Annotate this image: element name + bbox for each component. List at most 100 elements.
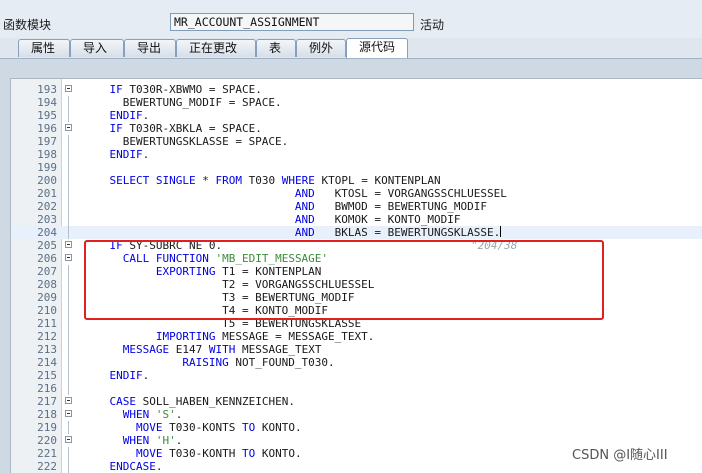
status-text: 活动 bbox=[420, 18, 445, 32]
code-text: BEWERTUNGSKLASSE = SPACE. bbox=[83, 135, 289, 148]
code-line[interactable]: 213 MESSAGE E147 WITH MESSAGE_TEXT bbox=[11, 343, 702, 356]
line-number: 201 bbox=[37, 187, 57, 200]
code-text: ENDIF. bbox=[109, 148, 150, 161]
fold-guide bbox=[68, 174, 69, 187]
code-line[interactable]: 194 BEWERTUNG_MODIF = SPACE. bbox=[11, 96, 702, 109]
code-line[interactable]: 203 AND KOMOK = KONTO_MODIF bbox=[11, 213, 702, 226]
text-caret bbox=[500, 226, 502, 237]
fold-guide bbox=[68, 278, 69, 291]
fold-guide bbox=[68, 382, 69, 395]
tab-export[interactable]: 导出 bbox=[124, 39, 176, 57]
code-text: AND BWMOD = BEWERTUNG_MODIF bbox=[294, 200, 487, 213]
fold-guide bbox=[68, 330, 69, 343]
code-line[interactable]: 217 CASE SOLL_HABEN_KENNZEICHEN. bbox=[11, 395, 702, 408]
tab-attributes[interactable]: 属性 bbox=[18, 39, 70, 57]
code-line[interactable]: 219 MOVE T030-KONTS TO KONTO. bbox=[11, 421, 702, 434]
fold-guide bbox=[68, 356, 69, 369]
line-number: 207 bbox=[37, 265, 57, 278]
code-text: IF T030R-XBWMO = SPACE. bbox=[109, 83, 262, 96]
code-text: CASE SOLL_HABEN_KENNZEICHEN. bbox=[109, 395, 295, 408]
fold-guide bbox=[68, 460, 69, 473]
code-line[interactable]: 204 AND BKLAS = BEWERTUNGSKLASSE. bbox=[11, 226, 702, 239]
code-editor[interactable]: 193 IF T030R-XBWMO = SPACE. 194 BEWERTUNG… bbox=[10, 78, 702, 473]
line-number: 211 bbox=[37, 317, 57, 330]
fold-toggle-icon[interactable] bbox=[65, 410, 72, 417]
code-line[interactable]: 201 AND KTOSL = VORGANGSSCHLUESSEL bbox=[11, 187, 702, 200]
code-line[interactable]: 212 IMPORTING MESSAGE = MESSAGE_TEXT. bbox=[11, 330, 702, 343]
tab-changing[interactable]: 正在更改 bbox=[176, 39, 256, 57]
fold-toggle-icon[interactable] bbox=[65, 241, 72, 248]
highlight-box bbox=[84, 240, 604, 320]
fold-toggle-icon[interactable] bbox=[65, 254, 72, 261]
code-text: ENDIF. bbox=[109, 369, 150, 382]
line-number: 214 bbox=[37, 356, 57, 369]
line-number: 212 bbox=[37, 330, 57, 343]
tab-tables[interactable]: 表 bbox=[256, 39, 296, 57]
code-text: ENDIF. bbox=[109, 109, 150, 122]
fold-guide bbox=[68, 343, 69, 356]
code-line[interactable]: 198 ENDIF. bbox=[11, 148, 702, 161]
code-text: WHEN 'H'. bbox=[122, 434, 183, 447]
code-text: WHEN 'S'. bbox=[122, 408, 183, 421]
code-line[interactable]: 200 SELECT SINGLE * FROM T030 WHERE KTOP… bbox=[11, 174, 702, 187]
line-number: 220 bbox=[37, 434, 57, 447]
fold-toggle-icon[interactable] bbox=[65, 85, 72, 92]
line-number: 200 bbox=[37, 174, 57, 187]
line-number: 221 bbox=[37, 447, 57, 460]
code-line[interactable]: 218 WHEN 'S'. bbox=[11, 408, 702, 421]
code-text: MOVE T030-KONTH TO KONTO. bbox=[135, 447, 302, 460]
code-text: ENDCASE. bbox=[109, 460, 163, 473]
code-line[interactable]: 195 ENDIF. bbox=[11, 109, 702, 122]
code-line[interactable]: 199 bbox=[11, 161, 702, 174]
tab-exceptions[interactable]: 例外 bbox=[296, 39, 346, 57]
line-number: 209 bbox=[37, 291, 57, 304]
code-text: AND KOMOK = KONTO_MODIF bbox=[294, 213, 461, 226]
fold-guide bbox=[68, 187, 69, 200]
fold-guide bbox=[68, 135, 69, 148]
line-number: 217 bbox=[37, 395, 57, 408]
code-text: IMPORTING MESSAGE = MESSAGE_TEXT. bbox=[155, 330, 375, 343]
tab-strip: 属性 导入 导出 正在更改 表 例外 源代码 bbox=[0, 38, 702, 58]
code-line[interactable]: 197 BEWERTUNGSKLASSE = SPACE. bbox=[11, 135, 702, 148]
code-text: IF T030R-XBKLA = SPACE. bbox=[109, 122, 262, 135]
code-line[interactable]: 202 AND BWMOD = BEWERTUNG_MODIF bbox=[11, 200, 702, 213]
code-text: AND BKLAS = BEWERTUNGSKLASSE. bbox=[294, 226, 502, 239]
line-number: 216 bbox=[37, 382, 57, 395]
fold-toggle-icon[interactable] bbox=[65, 124, 72, 131]
line-number: 197 bbox=[37, 135, 57, 148]
fold-toggle-icon[interactable] bbox=[65, 436, 72, 443]
fold-guide bbox=[68, 421, 69, 434]
code-line[interactable]: 216 bbox=[11, 382, 702, 395]
fold-guide bbox=[68, 200, 69, 213]
fold-toggle-icon[interactable] bbox=[65, 397, 72, 404]
code-line[interactable]: 215 ENDIF. bbox=[11, 369, 702, 382]
fold-guide bbox=[68, 265, 69, 278]
code-line[interactable]: 193 IF T030R-XBWMO = SPACE. bbox=[11, 83, 702, 96]
line-number: 194 bbox=[37, 96, 57, 109]
line-number: 202 bbox=[37, 200, 57, 213]
fold-guide bbox=[68, 226, 69, 239]
line-number: 204 bbox=[37, 226, 57, 239]
fold-guide bbox=[68, 304, 69, 317]
line-number: 215 bbox=[37, 369, 57, 382]
code-text: BEWERTUNG_MODIF = SPACE. bbox=[83, 96, 282, 109]
code-text: SELECT SINGLE * FROM T030 WHERE KTOPL = … bbox=[109, 174, 441, 187]
line-number: 196 bbox=[37, 122, 57, 135]
fold-guide bbox=[68, 369, 69, 382]
code-line[interactable]: 214 RAISING NOT_FOUND_T030. bbox=[11, 356, 702, 369]
watermark: CSDN @I随心III bbox=[572, 448, 668, 463]
line-number: 193 bbox=[37, 83, 57, 96]
line-number: 208 bbox=[37, 278, 57, 291]
line-number: 219 bbox=[37, 421, 57, 434]
fold-guide bbox=[68, 96, 69, 109]
line-number: 213 bbox=[37, 343, 57, 356]
code-line[interactable]: 196 IF T030R-XBKLA = SPACE. bbox=[11, 122, 702, 135]
tab-import[interactable]: 导入 bbox=[70, 39, 124, 57]
line-number: 210 bbox=[37, 304, 57, 317]
function-module-name-field[interactable]: MR_ACCOUNT_ASSIGNMENT bbox=[170, 13, 414, 31]
line-number: 222 bbox=[37, 460, 57, 473]
code-text: MESSAGE E147 WITH MESSAGE_TEXT bbox=[122, 343, 322, 356]
function-module-header: 函数模块 MR_ACCOUNT_ASSIGNMENT 活动 bbox=[0, 0, 702, 38]
line-number: 195 bbox=[37, 109, 57, 122]
tab-source-code[interactable]: 源代码 bbox=[346, 38, 408, 58]
